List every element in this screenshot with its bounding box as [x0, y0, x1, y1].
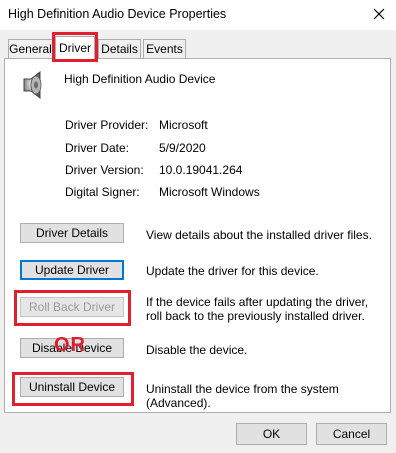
- tab-driver[interactable]: Driver: [55, 36, 95, 59]
- window-title: High Definition Audio Device Properties: [8, 7, 227, 21]
- driver-date-value: 5/9/2020: [159, 141, 206, 155]
- driver-version-value: 10.0.19041.264: [159, 163, 243, 177]
- device-name: High Definition Audio Device: [64, 72, 216, 86]
- driver-date-label: Driver Date:: [65, 141, 130, 155]
- tab-details[interactable]: Details: [98, 39, 141, 58]
- roll-back-driver-button[interactable]: Roll Back Driver: [20, 297, 124, 317]
- update-driver-description: Update the driver for this device.: [146, 264, 319, 278]
- ok-button[interactable]: OK: [236, 423, 307, 445]
- disable-device-description: Disable the device.: [146, 343, 248, 357]
- tab-events[interactable]: Events: [143, 39, 186, 58]
- driver-provider-label: Driver Provider:: [65, 118, 149, 132]
- update-driver-button[interactable]: Update Driver: [20, 260, 124, 280]
- title-bar: High Definition Audio Device Properties: [0, 0, 396, 30]
- cancel-button[interactable]: Cancel: [316, 423, 387, 445]
- or-annotation: OR: [54, 334, 86, 356]
- driver-version-label: Driver Version:: [65, 163, 144, 177]
- uninstall-device-button[interactable]: Uninstall Device: [20, 377, 124, 397]
- close-icon: [373, 8, 385, 20]
- close-button[interactable]: [362, 0, 396, 30]
- digital-signer-value: Microsoft Windows: [159, 185, 260, 199]
- roll-back-driver-description: If the device fails after updating the d…: [146, 295, 369, 323]
- digital-signer-label: Digital Signer:: [65, 185, 140, 199]
- driver-details-description: View details about the installed driver …: [146, 228, 372, 242]
- tab-general[interactable]: General: [8, 39, 53, 58]
- uninstall-device-description: Uninstall the device from the system (Ad…: [146, 382, 339, 410]
- driver-details-button[interactable]: Driver Details: [20, 223, 124, 243]
- driver-provider-value: Microsoft: [159, 118, 208, 132]
- speaker-icon: [22, 70, 48, 103]
